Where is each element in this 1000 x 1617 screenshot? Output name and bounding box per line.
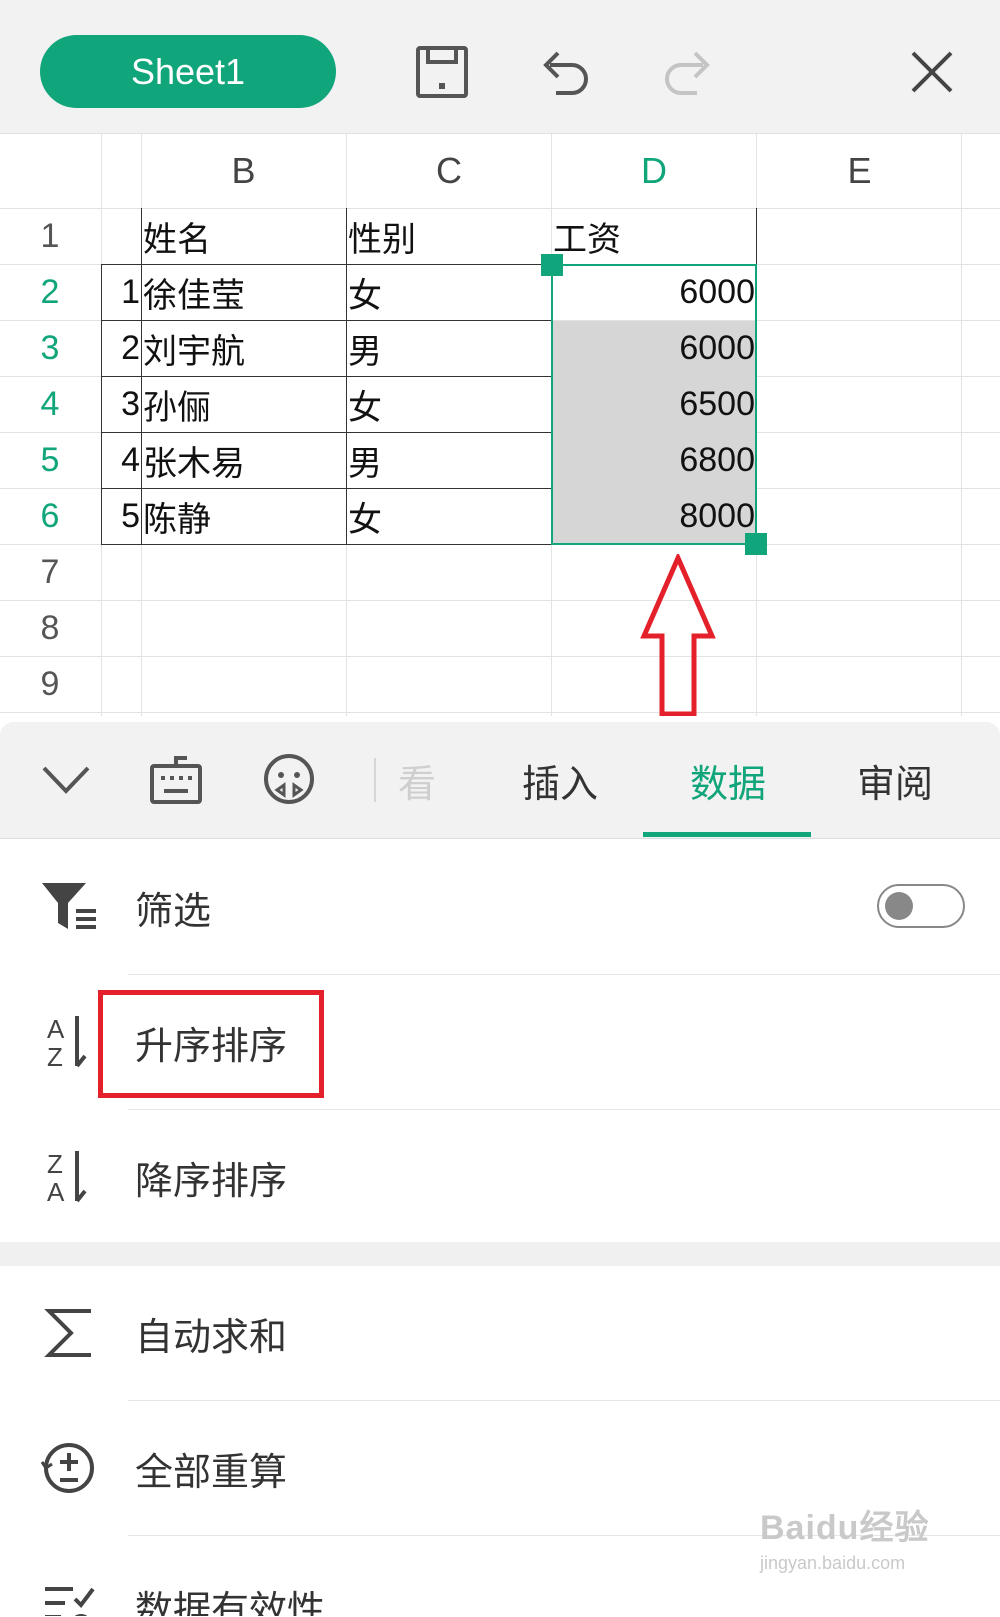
cell-d6[interactable]: 8000	[553, 488, 755, 544]
sort-descending-icon: ZA	[34, 1142, 104, 1212]
filter-toggle[interactable]	[877, 884, 965, 928]
menu-label-sort-descending: 降序排序	[135, 1159, 288, 1203]
cell-b1[interactable]: 姓名	[143, 208, 343, 264]
cell-c3[interactable]: 男	[348, 320, 548, 376]
annotation-arrow-up-icon	[640, 554, 716, 716]
row-header-8[interactable]: 8	[0, 600, 100, 656]
cell-c6[interactable]: 女	[348, 488, 548, 544]
row-header-3[interactable]: 3	[0, 320, 100, 376]
cell-d5[interactable]: 6800	[553, 432, 755, 488]
svg-text:A: A	[47, 1177, 65, 1207]
group-separator	[0, 1242, 1000, 1266]
cell-d4[interactable]: 6500	[553, 376, 755, 432]
svg-text:Z: Z	[47, 1042, 63, 1072]
watermark-line1: Baidu经验	[760, 1509, 930, 1547]
menu-label-filter: 筛选	[135, 889, 212, 933]
data-validation-icon	[34, 1576, 104, 1616]
chevron-down-icon[interactable]	[36, 750, 96, 810]
tab-data[interactable]: 数据	[650, 722, 806, 838]
spreadsheet-grid: B C D E 1 2 3 4 5 6 7 8 9 姓名 性别 工资 1 徐佳莹…	[0, 134, 1000, 716]
tab-divider	[374, 758, 376, 802]
menu-label-autosum: 自动求和	[135, 1315, 288, 1359]
column-header-d[interactable]: D	[552, 134, 756, 208]
face-icon[interactable]	[258, 748, 320, 810]
cell-c2[interactable]: 女	[348, 264, 548, 320]
redo-icon[interactable]	[656, 40, 720, 104]
row-header-1[interactable]: 1	[0, 208, 100, 264]
filter-icon	[34, 872, 104, 942]
cell-d3[interactable]: 6000	[553, 320, 755, 376]
menu-label-data-validation: 数据有效性	[135, 1587, 326, 1617]
cell-a4[interactable]: 3	[102, 376, 140, 432]
tab-insert[interactable]: 插入	[490, 722, 630, 838]
tab-review[interactable]: 审阅	[825, 722, 965, 838]
cell-c1[interactable]: 性别	[348, 208, 548, 264]
cell-b4[interactable]: 孙俪	[143, 376, 343, 432]
annotation-highlight-box	[98, 990, 324, 1098]
row-header-4[interactable]: 4	[0, 376, 100, 432]
svg-text:Z: Z	[47, 1149, 63, 1179]
svg-text:A: A	[47, 1014, 65, 1044]
cell-a2[interactable]: 1	[102, 264, 140, 320]
menu-label-recalculate-all: 全部重算	[135, 1450, 288, 1494]
menu-item-sort-descending[interactable]: ZA 降序排序	[0, 1110, 1000, 1245]
sheet-tab-button[interactable]: Sheet1	[40, 35, 336, 108]
cell-d1[interactable]: 工资	[553, 208, 753, 264]
sigma-icon	[34, 1298, 104, 1368]
column-header-c[interactable]: C	[347, 134, 551, 208]
row-header-5[interactable]: 5	[0, 432, 100, 488]
cell-a5[interactable]: 4	[102, 432, 140, 488]
cell-d2[interactable]: 6000	[553, 264, 755, 320]
row-header-9[interactable]: 9	[0, 656, 100, 712]
recalculate-icon	[34, 1433, 104, 1503]
watermark-line2: jingyan.baidu.com	[760, 1553, 906, 1573]
row-header-2[interactable]: 2	[0, 264, 100, 320]
cell-b5[interactable]: 张木易	[143, 432, 343, 488]
sort-ascending-icon: AZ	[34, 1007, 104, 1077]
row-header-6[interactable]: 6	[0, 488, 100, 544]
cell-b2[interactable]: 徐佳莹	[143, 264, 343, 320]
baidu-watermark: Baidu经验 jingyan.baidu.com	[760, 1500, 990, 1600]
cell-b6[interactable]: 陈静	[143, 488, 343, 544]
cell-a6[interactable]: 5	[102, 488, 140, 544]
undo-icon[interactable]	[533, 40, 597, 104]
active-tab-indicator	[643, 832, 811, 837]
cell-a3[interactable]: 2	[102, 320, 140, 376]
row-header-7[interactable]: 7	[0, 544, 100, 600]
cell-b3[interactable]: 刘宇航	[143, 320, 343, 376]
keyboard-icon[interactable]	[146, 750, 206, 810]
close-icon[interactable]	[900, 40, 964, 104]
tab-view-partial[interactable]: 看	[392, 722, 442, 838]
menu-item-filter[interactable]: 筛选	[0, 840, 1000, 975]
column-header-b[interactable]: B	[141, 134, 346, 208]
save-icon[interactable]	[410, 40, 474, 104]
cell-c5[interactable]: 男	[348, 432, 548, 488]
cell-c4[interactable]: 女	[348, 376, 548, 432]
menu-item-autosum[interactable]: 自动求和	[0, 1266, 1000, 1401]
column-header-e[interactable]: E	[757, 134, 962, 208]
